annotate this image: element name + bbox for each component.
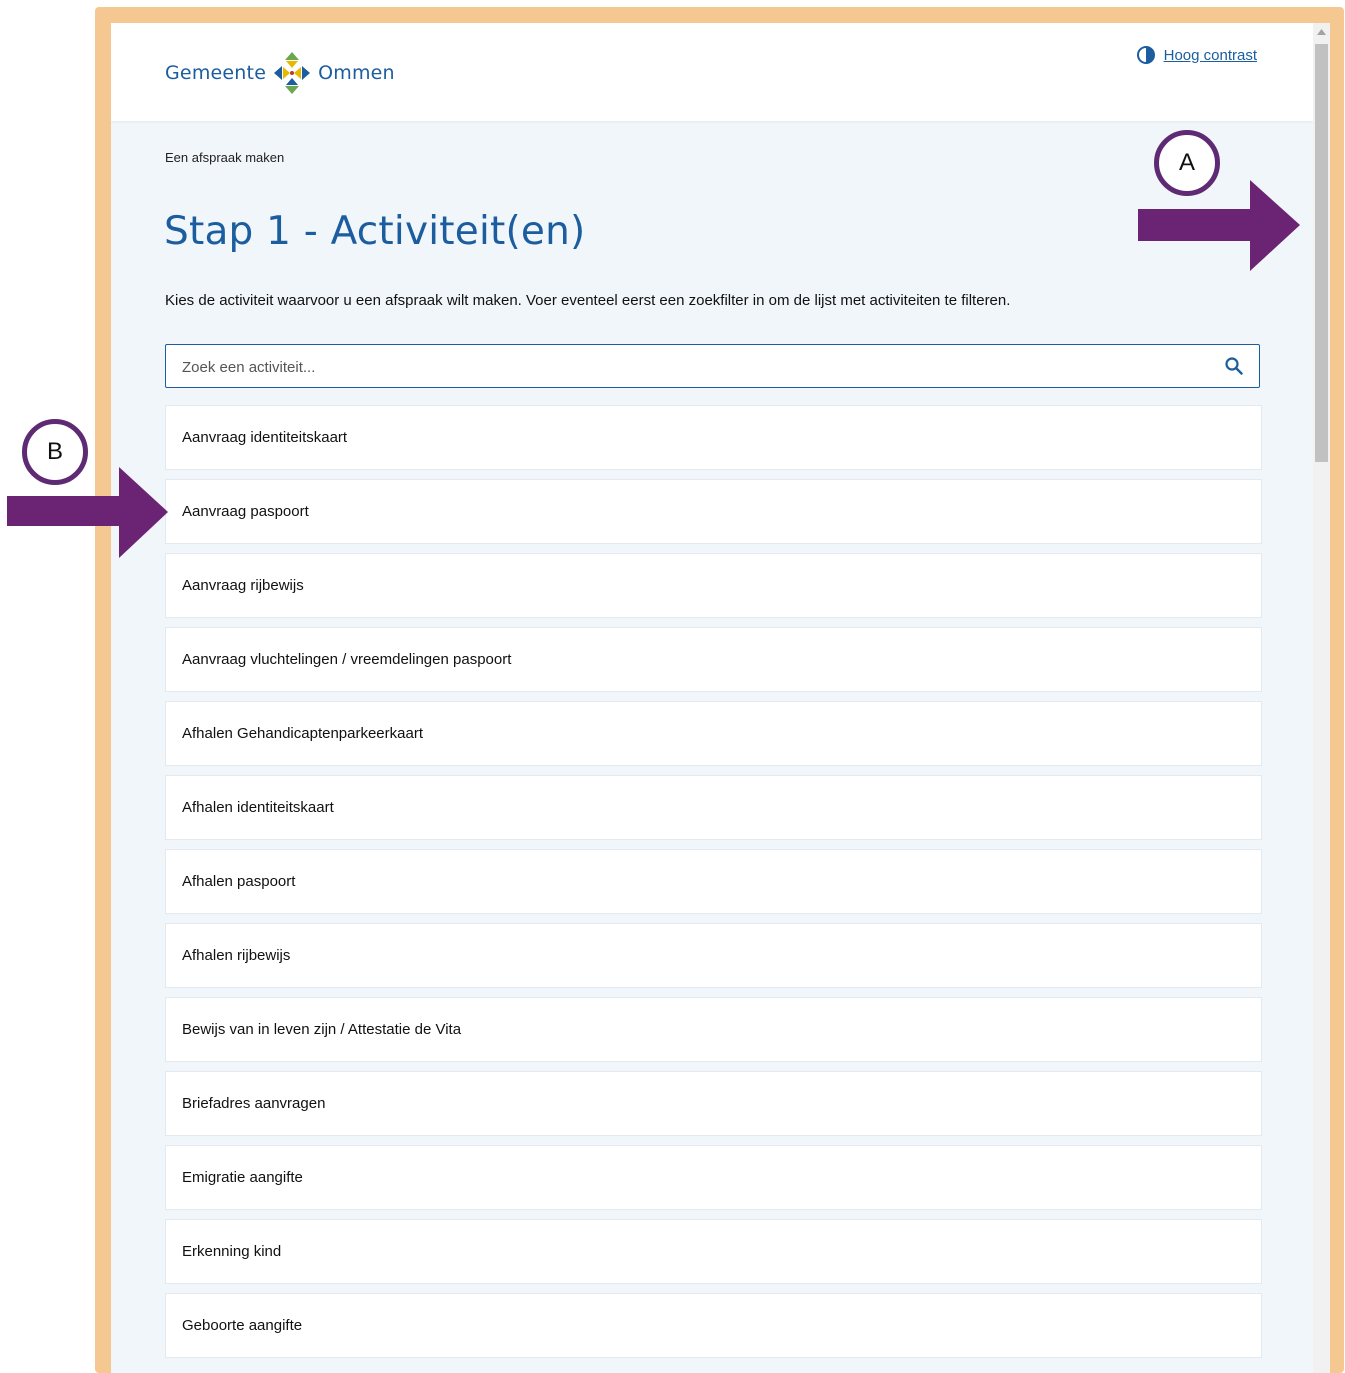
activity-item[interactable]: Aanvraag identiteitskaart xyxy=(165,405,1262,470)
search-icon[interactable] xyxy=(1225,357,1243,375)
annotation-arrow-a-icon xyxy=(1138,180,1300,271)
logo-text-right: Ommen xyxy=(318,62,395,84)
activity-item[interactable]: Afhalen identiteitskaart xyxy=(165,775,1262,840)
municipality-logo[interactable]: Gemeente Ommen xyxy=(165,49,395,97)
high-contrast-label: Hoog contrast xyxy=(1163,46,1257,64)
activity-item[interactable]: Afhalen Gehandicaptenparkeerkaart xyxy=(165,701,1262,766)
activity-item[interactable]: Geboorte aangifte xyxy=(165,1293,1262,1358)
annotation-arrow-b-icon xyxy=(7,467,168,558)
activity-list: Aanvraag identiteitskaart Aanvraag paspo… xyxy=(165,405,1262,1367)
activity-item[interactable]: Afhalen paspoort xyxy=(165,849,1262,914)
activity-item[interactable]: Briefadres aanvragen xyxy=(165,1071,1262,1136)
high-contrast-link[interactable]: Hoog contrast xyxy=(1136,45,1257,65)
scroll-up-arrow-icon[interactable] xyxy=(1313,23,1330,40)
breadcrumb: Een afspraak maken xyxy=(165,150,285,165)
annotation-label-b: B xyxy=(22,419,88,485)
activity-item[interactable]: Erkenning kind xyxy=(165,1219,1262,1284)
search-box xyxy=(165,344,1260,389)
search-input[interactable] xyxy=(180,345,1204,389)
contrast-icon xyxy=(1136,46,1155,64)
activity-item[interactable]: Aanvraag vluchtelingen / vreemdelingen p… xyxy=(165,627,1262,692)
logo-text-left: Gemeente xyxy=(165,62,267,84)
scrollbar-thumb[interactable] xyxy=(1315,44,1328,462)
activity-item[interactable]: Aanvraag paspoort xyxy=(165,479,1262,544)
activity-item[interactable]: Emigratie aangifte xyxy=(165,1145,1262,1210)
page-title: Stap 1 - Activiteit(en) xyxy=(164,209,586,254)
site-header: Gemeente Ommen Hoog contrast xyxy=(111,23,1313,121)
logo-emblem-icon xyxy=(274,52,311,94)
annotation-label-a: A xyxy=(1154,130,1220,196)
vertical-scrollbar[interactable] xyxy=(1313,23,1330,1373)
activity-item[interactable]: Aanvraag rijbewijs xyxy=(165,553,1262,618)
intro-text: Kies de activiteit waarvoor u een afspra… xyxy=(165,292,1011,309)
activity-item[interactable]: Bewijs van in leven zijn / Attestatie de… xyxy=(165,997,1262,1062)
activity-item[interactable]: Afhalen rijbewijs xyxy=(165,923,1262,988)
